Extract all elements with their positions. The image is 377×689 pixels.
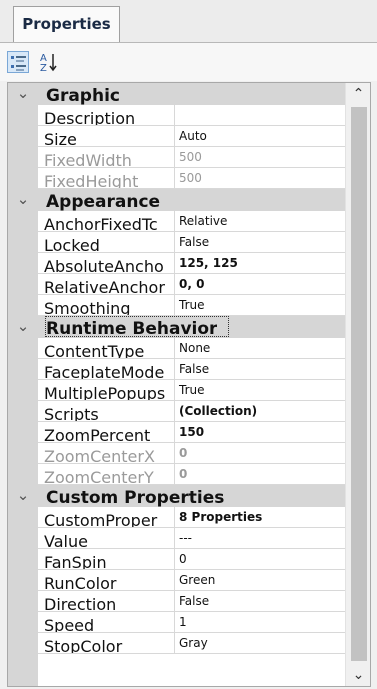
property-value[interactable]: 0 — [175, 443, 345, 464]
property-name[interactable]: Value — [38, 528, 175, 549]
property-row[interactable]: FanSpin 0 — [8, 549, 345, 570]
scrollbar-thumb[interactable] — [351, 107, 367, 661]
property-row[interactable]: Scripts (Collection) — [8, 401, 345, 422]
property-row[interactable]: Description — [8, 105, 345, 126]
property-value[interactable]: False — [175, 359, 345, 380]
alphabetical-sort-icon: A Z — [40, 53, 57, 74]
property-row[interactable]: ZoomCenterX 0 — [8, 443, 345, 464]
property-row[interactable]: Locked False — [8, 232, 345, 253]
property-value[interactable]: --- — [175, 528, 345, 549]
property-value[interactable]: Relative — [175, 211, 345, 232]
property-value[interactable]: 125, 125 — [175, 253, 345, 274]
property-name[interactable]: ZoomCenterY — [38, 464, 175, 485]
property-value[interactable]: Auto — [175, 126, 345, 147]
property-row[interactable]: ZoomCenterY 0 — [8, 464, 345, 485]
property-row[interactable]: RunColor Green — [8, 570, 345, 591]
tab-strip: Properties — [0, 0, 377, 43]
property-value[interactable]: 150 — [175, 422, 345, 443]
property-value[interactable]: None — [175, 338, 345, 359]
property-rows: ⌄ Graphic Description Size Auto FixedWidth 500… — [8, 83, 345, 654]
property-row[interactable]: FixedWidth 500 — [8, 147, 345, 168]
property-name[interactable]: FixedHeight — [38, 168, 175, 189]
property-value[interactable]: Gray — [175, 633, 345, 654]
property-row[interactable]: Size Auto — [8, 126, 345, 147]
property-row[interactable]: Value --- — [8, 528, 345, 549]
property-value[interactable]: Green — [175, 570, 345, 591]
property-value[interactable] — [175, 105, 345, 126]
property-row[interactable]: StopColor Gray — [8, 633, 345, 654]
tab-properties[interactable]: Properties — [13, 6, 120, 42]
property-value[interactable]: 0 — [175, 464, 345, 485]
property-value[interactable]: 500 — [175, 168, 345, 189]
property-value[interactable]: 500 — [175, 147, 345, 168]
property-name[interactable]: Locked — [38, 232, 175, 253]
property-row[interactable]: Direction False — [8, 591, 345, 612]
property-grid: ⌄ Graphic Description Size Auto FixedWidth 500… — [7, 82, 371, 687]
property-name[interactable]: CustomProper — [38, 507, 175, 528]
property-name[interactable]: FaceplateMode — [38, 359, 175, 380]
property-grid-toolbar: A Z — [0, 43, 377, 81]
category-graphic[interactable]: ⌄ Graphic — [8, 83, 345, 105]
category-title: Graphic — [46, 86, 120, 105]
focus-rectangle — [45, 316, 229, 337]
property-name[interactable]: ContentType — [38, 338, 175, 359]
property-name[interactable]: MultiplePopups — [38, 380, 175, 401]
property-name[interactable]: Description — [38, 105, 175, 126]
property-row[interactable]: CustomProper 8 Properties — [8, 507, 345, 528]
scroll-down-arrow-icon[interactable]: ⌄ — [346, 664, 370, 686]
property-name[interactable]: Size — [38, 126, 175, 147]
chevron-down-icon[interactable]: ⌄ — [16, 486, 30, 504]
property-value[interactable]: False — [175, 591, 345, 612]
property-row[interactable]: RelativeAnchor 0, 0 — [8, 274, 345, 295]
chevron-down-icon[interactable]: ⌄ — [16, 317, 30, 335]
property-name[interactable]: StopColor — [38, 633, 175, 654]
property-value[interactable]: False — [175, 232, 345, 253]
property-value[interactable]: True — [175, 380, 345, 401]
chevron-down-icon[interactable]: ⌄ — [16, 190, 30, 208]
property-row[interactable]: FaceplateMode False — [8, 359, 345, 380]
property-name[interactable]: RelativeAnchor — [38, 274, 175, 295]
category-custom-properties[interactable]: ⌄ Custom Properties — [8, 485, 345, 507]
property-value[interactable]: True — [175, 295, 345, 316]
scroll-up-arrow-icon[interactable]: ⌃ — [346, 83, 370, 105]
property-row[interactable]: AbsoluteAncho 125, 125 — [8, 253, 345, 274]
property-row[interactable]: Speed 1 — [8, 612, 345, 633]
property-row[interactable]: FixedHeight 500 — [8, 168, 345, 189]
property-name[interactable]: AbsoluteAncho — [38, 253, 175, 274]
property-row[interactable]: Smoothing True — [8, 295, 345, 316]
property-name[interactable]: RunColor — [38, 570, 175, 591]
svg-text:Z: Z — [40, 63, 47, 73]
property-value[interactable]: 0, 0 — [175, 274, 345, 295]
property-name[interactable]: FanSpin — [38, 549, 175, 570]
category-title: Appearance — [46, 192, 161, 211]
property-value[interactable]: (Collection) — [175, 401, 345, 422]
property-name[interactable]: ZoomPercent — [38, 422, 175, 443]
property-value[interactable]: 0 — [175, 549, 345, 570]
property-name[interactable]: Direction — [38, 591, 175, 612]
property-row[interactable]: ZoomPercent 150 — [8, 422, 345, 443]
property-value[interactable]: 1 — [175, 612, 345, 633]
property-row[interactable]: MultiplePopups True — [8, 380, 345, 401]
categorized-view-button[interactable] — [7, 51, 29, 73]
category-runtime-behavior[interactable]: ⌄ Runtime Behavior — [8, 316, 345, 338]
property-name[interactable]: FixedWidth — [38, 147, 175, 168]
property-name[interactable]: Scripts — [38, 401, 175, 422]
chevron-down-icon[interactable]: ⌄ — [16, 84, 30, 102]
alphabetical-sort-button[interactable]: A Z — [38, 51, 60, 74]
category-appearance[interactable]: ⌄ Appearance — [8, 189, 345, 211]
property-name[interactable]: Speed — [38, 612, 175, 633]
property-row[interactable]: ContentType None — [8, 338, 345, 359]
property-row[interactable]: AnchorFixedTc Relative — [8, 211, 345, 232]
property-value[interactable]: 8 Properties — [175, 507, 345, 528]
property-name[interactable]: AnchorFixedTc — [38, 211, 175, 232]
property-name[interactable]: Smoothing — [38, 295, 175, 316]
property-name[interactable]: ZoomCenterX — [38, 443, 175, 464]
category-title: Custom Properties — [46, 488, 225, 507]
vertical-scrollbar[interactable]: ⌃ ⌄ — [345, 83, 370, 686]
